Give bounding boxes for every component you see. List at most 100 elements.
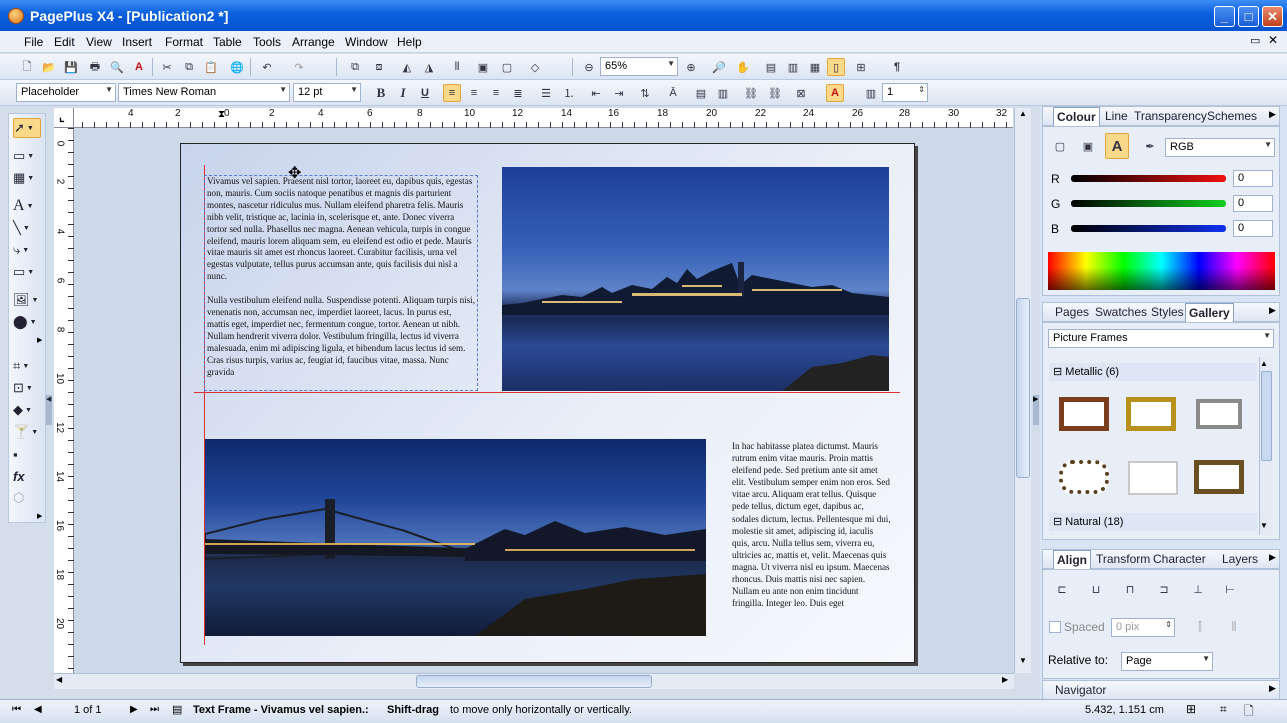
r-slider[interactable] — [1071, 175, 1226, 182]
app-icon[interactable] — [8, 8, 24, 24]
tab-pages[interactable]: Pages — [1055, 305, 1089, 319]
gallery-category-combo[interactable]: Picture Frames ▼ — [1048, 329, 1274, 348]
scroll-down-icon[interactable]: ▼ — [1016, 656, 1030, 670]
zoom-in-icon[interactable]: ⊕ — [682, 58, 700, 76]
indent-marker[interactable]: ⧗ — [218, 109, 225, 120]
maximize-button[interactable]: □ — [1238, 6, 1259, 27]
undo-icon[interactable]: ↶ — [258, 58, 276, 76]
increase-indent-icon[interactable]: ⇥ — [610, 84, 628, 102]
view-icon-2[interactable]: ▥ — [784, 58, 802, 76]
distribute-h-icon[interactable]: ⫿ — [1191, 618, 1209, 636]
spaced-checkbox[interactable] — [1049, 621, 1061, 633]
shadow-tool[interactable]: ▪ — [13, 444, 41, 464]
tab-colour[interactable]: Colour — [1053, 107, 1100, 127]
unlink-icon[interactable]: ⛓ — [766, 84, 784, 102]
page-status-icon[interactable]: 🗋 — [1244, 702, 1254, 723]
open-icon[interactable]: 📂 — [40, 58, 58, 76]
gallery-scroll-down-icon[interactable]: ▼ — [1260, 521, 1268, 530]
shape-icon[interactable]: ◇ — [526, 58, 544, 76]
menu-help[interactable]: Help — [397, 35, 422, 49]
ruler-origin[interactable]: ⌞ — [54, 108, 74, 128]
fill-swatch-icon[interactable]: ▢ — [1051, 137, 1069, 155]
web-icon[interactable]: 🌐 — [228, 58, 246, 76]
scroll-left-icon[interactable]: ◀ — [56, 675, 62, 684]
menu-view[interactable]: View — [86, 35, 112, 49]
redo-icon[interactable]: ↷ — [290, 58, 308, 76]
b-spin[interactable]: 0 — [1233, 220, 1273, 237]
relative-to-combo[interactable]: Page ▼ — [1121, 652, 1213, 671]
colour-spectrum[interactable] — [1048, 252, 1275, 290]
sort-icon[interactable]: ⇅ — [636, 84, 654, 102]
zoom-combo[interactable]: 65% ▼ — [600, 57, 678, 76]
menu-tools[interactable]: Tools — [253, 35, 281, 49]
pan-tool-icon[interactable]: ✋ — [734, 58, 752, 76]
ungroup-icon[interactable]: ▢ — [498, 58, 516, 76]
menu-table[interactable]: Table — [213, 35, 242, 49]
guide-horizontal[interactable] — [194, 392, 900, 393]
g-slider[interactable] — [1071, 200, 1226, 207]
tab-transform[interactable]: Transform — [1096, 552, 1150, 566]
flip-vertical-icon[interactable]: ◮ — [420, 58, 438, 76]
align-center-icon[interactable]: ≡ — [465, 84, 483, 102]
columns-icon[interactable]: ▥ — [862, 84, 880, 102]
crop-status-icon[interactable]: ⌗ — [1220, 702, 1227, 717]
paste-icon[interactable]: 📋 — [202, 58, 220, 76]
tab-transparency[interactable]: Transparency — [1134, 109, 1207, 123]
frame-thumb-silver[interactable] — [1196, 399, 1242, 429]
group-metallic[interactable]: ⊟ Metallic (6) — [1049, 363, 1257, 381]
picture-tool[interactable]: 🖼 ▼ — [13, 290, 41, 310]
italic-button[interactable]: I — [394, 84, 412, 102]
vertical-scroll-thumb[interactable] — [1016, 298, 1030, 478]
send-back-icon[interactable]: ⧈ — [370, 58, 388, 76]
line-tool[interactable]: ╲ ▼ — [13, 218, 41, 238]
print-preview-icon[interactable]: 🔍 — [108, 58, 126, 76]
vertical-scrollbar[interactable]: ▲ ▼ — [1014, 108, 1031, 673]
link-icon[interactable]: ⛓ — [742, 84, 760, 102]
gallery-scroll-up-icon[interactable]: ▲ — [1260, 359, 1268, 368]
skyline-photo[interactable] — [502, 167, 889, 391]
align-hcenter-icon[interactable]: ⊢ — [1221, 580, 1239, 598]
pointer-tool[interactable]: ➚ ▼ — [13, 118, 41, 138]
tab-gallery[interactable]: Gallery — [1185, 303, 1234, 323]
menu-format[interactable]: Format — [165, 35, 203, 49]
tab-character[interactable]: Character — [1153, 552, 1206, 566]
view-icon-3[interactable]: ▦ — [806, 58, 824, 76]
bring-forward-icon[interactable]: ⧉ — [346, 58, 364, 76]
menu-arrange[interactable]: Arrange — [292, 35, 335, 49]
group-icon[interactable]: ▣ — [474, 58, 492, 76]
scroll-right-icon[interactable]: ▶ — [1002, 675, 1008, 684]
text-colour-icon[interactable]: A — [826, 84, 844, 102]
first-page-icon[interactable]: ⏮ — [12, 704, 21, 715]
horizontal-ruler[interactable]: 4 2 0 2 4 6 8 10 12 14 16 18 20 22 24 26… — [58, 108, 1013, 128]
gallery-scrollbar[interactable]: ▲ ▼ — [1259, 357, 1273, 535]
tab-schemes[interactable]: Schemes — [1207, 109, 1257, 123]
decrease-indent-icon[interactable]: ⇤ — [587, 84, 605, 102]
bridge-photo[interactable] — [205, 439, 706, 636]
page-view-icon[interactable]: ▯ — [827, 58, 845, 76]
colour-model-combo[interactable]: RGB ▼ — [1165, 138, 1275, 157]
crop-tool[interactable]: ⌗ ▼ — [13, 356, 41, 376]
frame-thumb-ornate[interactable] — [1059, 460, 1109, 494]
zoom-tool-icon[interactable]: 🔎 — [710, 58, 728, 76]
tab-swatches[interactable]: Swatches — [1095, 305, 1147, 319]
fx-tool[interactable]: fx — [13, 466, 41, 486]
copy-icon[interactable]: ⧉ — [180, 58, 198, 76]
tab-line[interactable]: Line — [1105, 109, 1128, 123]
close-button[interactable]: ✕ — [1262, 6, 1283, 27]
align-left-edges-icon[interactable]: ⊏ — [1053, 580, 1071, 598]
menu-edit[interactable]: Edit — [54, 35, 75, 49]
frame-thumb-gold[interactable] — [1126, 397, 1176, 431]
align-right-icon[interactable]: ≡ — [487, 84, 505, 102]
group-natural[interactable]: ⊟ Natural (18) — [1049, 513, 1257, 531]
b-slider[interactable] — [1071, 225, 1226, 232]
transparency-tool[interactable]: 🍸 ▼ — [13, 422, 41, 442]
font-size-combo[interactable]: 12 pt ▼ — [293, 83, 361, 102]
shape-tool[interactable]: ▭ ▼ — [13, 262, 41, 282]
navigator-label[interactable]: Navigator — [1055, 683, 1106, 697]
text-frame-2[interactable]: In hac habitasse platea dictumst. Mauris… — [732, 440, 892, 640]
fill-tool[interactable]: ◆ ▼ — [13, 400, 41, 420]
tab-align[interactable]: Align — [1053, 550, 1091, 570]
bullets-icon[interactable]: ☰ — [537, 84, 555, 102]
view-icon-1[interactable]: ▤ — [762, 58, 780, 76]
r-spin[interactable]: 0 — [1233, 170, 1273, 187]
